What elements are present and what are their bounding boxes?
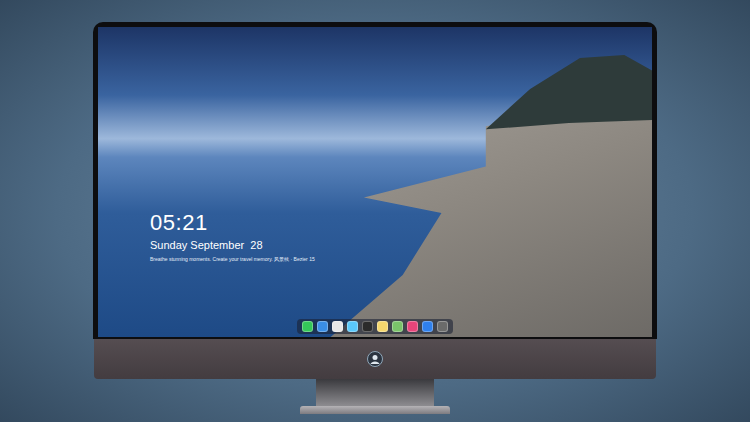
dock-app-icon[interactable] (407, 321, 418, 332)
lock-screen[interactable]: 05:21 Sunday September 28 Breathe stunning… (98, 27, 652, 337)
monitor: 05:21 Sunday September 28 Breathe stunning… (93, 22, 657, 414)
dock-app-icon[interactable] (392, 321, 403, 332)
dock (297, 319, 453, 334)
dock-app-icon[interactable] (317, 321, 328, 332)
dock-app-icon[interactable] (347, 321, 358, 332)
caption: Breathe stunning moments. Create your tr… (150, 256, 315, 263)
monitor-chin (94, 339, 656, 379)
dock-app-icon[interactable] (302, 321, 313, 332)
monitor-bezel: 05:21 Sunday September 28 Breathe stunning… (93, 22, 657, 339)
clock: 05:21 (150, 210, 315, 236)
date: Sunday September 28 (150, 238, 315, 252)
dock-app-icon[interactable] (362, 321, 373, 332)
monitor-neck (316, 379, 434, 406)
dock-app-icon[interactable] (332, 321, 343, 332)
dock-app-icon[interactable] (437, 321, 448, 332)
logo-icon (367, 351, 383, 367)
page: 05:21 Sunday September 28 Breathe stunning… (0, 0, 750, 422)
dock-app-icon[interactable] (377, 321, 388, 332)
dock-app-icon[interactable] (422, 321, 433, 332)
monitor-base (300, 406, 450, 414)
lock-info: 05:21 Sunday September 28 Breathe stunning… (150, 210, 315, 263)
